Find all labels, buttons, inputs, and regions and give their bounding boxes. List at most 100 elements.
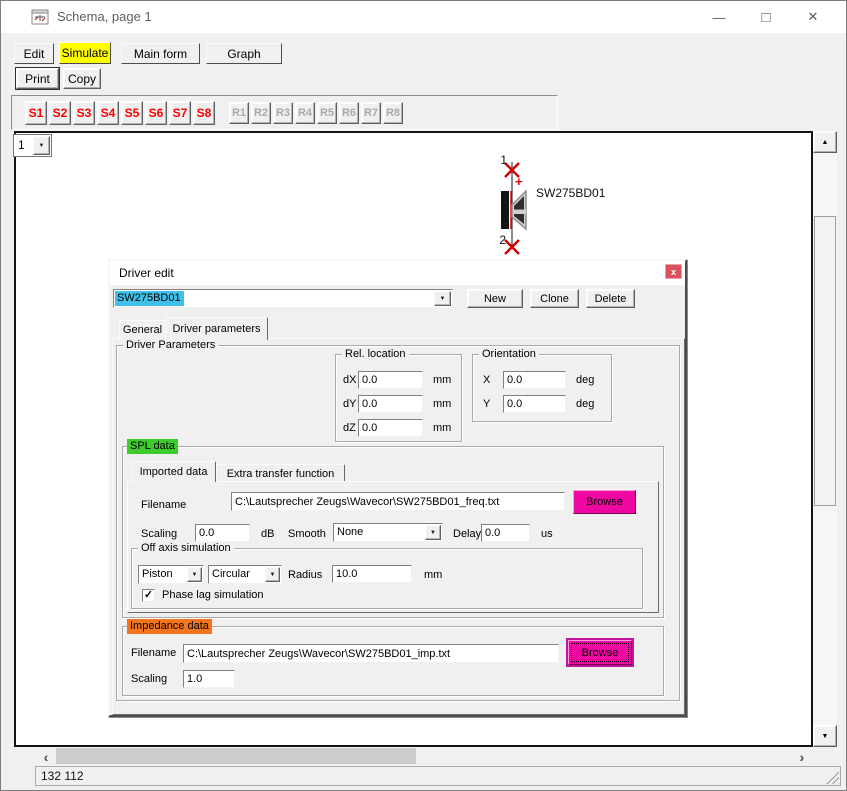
clone-button[interactable]: Clone: [530, 289, 579, 308]
menu-graph[interactable]: Graph: [206, 43, 282, 64]
r5-button[interactable]: R5: [317, 102, 337, 124]
chevron-down-icon[interactable]: ▼: [425, 525, 441, 540]
impedance-browse-button[interactable]: Browse: [568, 640, 632, 665]
page-selector[interactable]: 1 ▼: [13, 134, 52, 157]
orientation-title: Orientation: [479, 347, 539, 362]
smooth-combo[interactable]: None ▼: [333, 523, 443, 542]
driver-symbol[interactable]: 1 2 + SW275BD01: [471, 149, 671, 261]
app-window: Schema, page 1 — □ ✕ Edit Simulate Main …: [0, 0, 847, 791]
dx-label: dX: [343, 374, 356, 386]
app-icon: [31, 9, 49, 25]
impedance-data-group: Impedance data Filename Browse Scaling: [122, 626, 664, 696]
r2-button[interactable]: R2: [251, 102, 271, 124]
terminal-2-number: 2: [499, 233, 506, 247]
r1-button[interactable]: R1: [229, 102, 249, 124]
channel-toolbar: S1 S2 S3 S4 S5 S6 S7 S8 R1 R2 R3 R4 R5 R…: [11, 95, 558, 130]
chevron-down-icon[interactable]: ▼: [187, 567, 202, 582]
phase-lag-checkbox[interactable]: ✓: [142, 589, 155, 602]
scroll-right-icon[interactable]: ›: [792, 747, 812, 766]
chevron-down-icon[interactable]: ▼: [434, 291, 451, 306]
rel-location-group: Rel. location dX mm dY mm dZ mm: [335, 354, 462, 442]
tab-driver-parameters[interactable]: Driver parameters: [165, 317, 268, 340]
scroll-left-icon[interactable]: ‹: [36, 747, 56, 766]
r8-button[interactable]: R8: [383, 102, 403, 124]
scroll-up-icon[interactable]: ▲: [813, 131, 837, 153]
s1-button[interactable]: S1: [25, 101, 47, 125]
s5-button[interactable]: S5: [121, 101, 143, 125]
delay-input[interactable]: [481, 524, 530, 542]
horizontal-scrollbar[interactable]: ‹ ›: [36, 747, 812, 766]
s8-button[interactable]: S8: [193, 101, 215, 125]
s7-button[interactable]: S7: [169, 101, 191, 125]
terminal-1-number: 1: [500, 153, 507, 167]
r6-button[interactable]: R6: [339, 102, 359, 124]
delay-unit: us: [541, 528, 553, 540]
menu-simulate[interactable]: Simulate: [59, 42, 111, 64]
spl-scaling-input[interactable]: [195, 524, 250, 542]
smooth-label: Smooth: [288, 528, 326, 540]
delay-label: Delay: [453, 528, 481, 540]
menu-edit[interactable]: Edit: [14, 43, 54, 64]
dz-input[interactable]: [358, 419, 423, 437]
dy-label: dY: [343, 398, 356, 410]
radius-unit: mm: [424, 569, 442, 581]
dialog-close-button[interactable]: x: [665, 264, 682, 279]
s3-button[interactable]: S3: [73, 101, 95, 125]
orientation-x-input[interactable]: [503, 371, 566, 389]
spl-browse-button[interactable]: Browse: [573, 490, 636, 514]
spl-filename-label: Filename: [141, 499, 186, 511]
r4-button[interactable]: R4: [295, 102, 315, 124]
chevron-down-icon[interactable]: ▼: [33, 136, 50, 155]
delete-button[interactable]: Delete: [586, 289, 635, 308]
copy-button[interactable]: Copy: [63, 68, 101, 89]
dialog-title-bar[interactable]: Driver edit: [110, 261, 685, 285]
tab-general[interactable]: General: [119, 320, 166, 339]
vertical-scroll-thumb[interactable]: [814, 216, 836, 506]
dy-input[interactable]: [358, 395, 423, 413]
driver-symbol-label: SW275BD01: [536, 186, 606, 200]
impedance-filename-input[interactable]: [183, 644, 559, 663]
spl-scaling-label: Scaling: [141, 528, 177, 540]
chevron-down-icon[interactable]: ▼: [265, 567, 280, 582]
spl-filename-input[interactable]: [231, 492, 565, 511]
title-bar: Schema, page 1 — □ ✕: [1, 1, 846, 33]
print-button[interactable]: Print: [16, 68, 59, 89]
tab-extra-transfer-function[interactable]: Extra transfer function: [216, 464, 345, 482]
dx-input[interactable]: [358, 371, 423, 389]
close-button[interactable]: ✕: [796, 1, 830, 33]
impedance-scaling-label: Scaling: [131, 673, 167, 685]
off-axis-model-combo[interactable]: Piston ▼: [138, 565, 204, 584]
orientation-group: Orientation X deg Y deg: [472, 354, 612, 422]
menu-main-form[interactable]: Main form: [121, 43, 200, 64]
tab-imported-data[interactable]: Imported data: [131, 461, 216, 482]
driver-parameters-group: Driver Parameters Rel. location dX mm dY…: [116, 345, 680, 701]
radius-input[interactable]: [332, 565, 412, 583]
orientation-x-label: X: [483, 374, 490, 386]
off-axis-shape-value: Circular: [212, 568, 250, 580]
vertical-scrollbar[interactable]: ▲ ▼: [813, 131, 837, 747]
s4-button[interactable]: S4: [97, 101, 119, 125]
off-axis-model-value: Piston: [142, 568, 173, 580]
minimize-button[interactable]: —: [702, 1, 736, 33]
maximize-button[interactable]: □: [749, 1, 783, 33]
radius-label: Radius: [288, 569, 322, 581]
s6-button[interactable]: S6: [145, 101, 167, 125]
off-axis-title: Off axis simulation: [138, 541, 234, 556]
orientation-y-label: Y: [483, 398, 490, 410]
spl-scaling-unit: dB: [261, 528, 274, 540]
cursor-coordinates: 132 112: [41, 769, 84, 783]
horizontal-scroll-thumb[interactable]: [56, 748, 416, 764]
scroll-down-icon[interactable]: ▼: [813, 725, 837, 747]
new-button[interactable]: New: [467, 289, 523, 308]
impedance-scaling-input[interactable]: [183, 670, 235, 688]
window-title: Schema, page 1: [57, 9, 152, 24]
r7-button[interactable]: R7: [361, 102, 381, 124]
resize-grip[interactable]: [826, 771, 839, 784]
driver-parameters-group-title: Driver Parameters: [123, 338, 218, 353]
r3-button[interactable]: R3: [273, 102, 293, 124]
off-axis-shape-combo[interactable]: Circular ▼: [208, 565, 282, 584]
s2-button[interactable]: S2: [49, 101, 71, 125]
orientation-y-input[interactable]: [503, 395, 566, 413]
smooth-value: None: [337, 526, 363, 538]
driver-select-combo[interactable]: SW275BD01 ▼: [113, 289, 453, 308]
